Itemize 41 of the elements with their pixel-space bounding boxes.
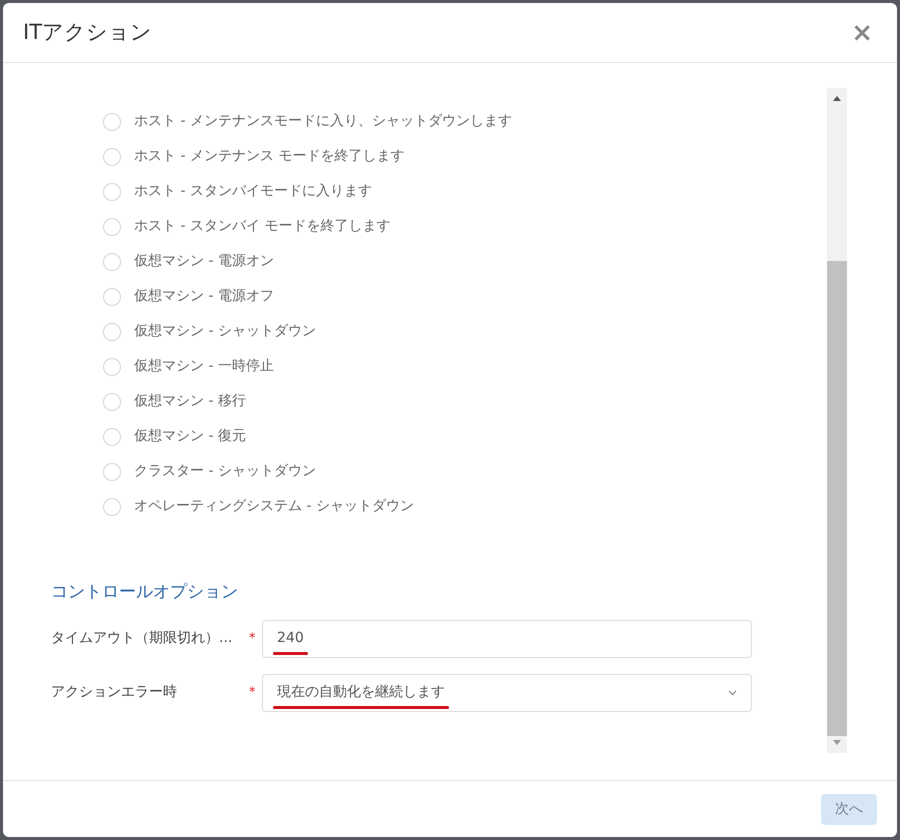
- radio-button[interactable]: [103, 288, 121, 306]
- radio-label[interactable]: 仮想マシン - 復元: [134, 426, 246, 447]
- required-mark: *: [249, 684, 256, 702]
- radio-button[interactable]: [103, 462, 121, 480]
- radio-label[interactable]: クラスター - シャットダウン: [134, 461, 316, 482]
- input-field[interactable]: 240: [262, 620, 752, 658]
- radio-label[interactable]: 仮想マシン - 電源オン: [134, 251, 274, 272]
- dropdown[interactable]: 現在の自動化を継続します: [262, 674, 752, 712]
- radio-button[interactable]: [103, 358, 121, 376]
- radio-button[interactable]: [103, 428, 121, 446]
- radio-button[interactable]: [103, 322, 121, 340]
- radio-label[interactable]: 仮想マシン - 移行: [134, 391, 246, 412]
- radio-label[interactable]: 仮想マシン - 電源オフ: [134, 286, 274, 307]
- radio-button[interactable]: [103, 148, 121, 166]
- radio-button[interactable]: [103, 252, 121, 270]
- next-button[interactable]: 次へ: [821, 794, 877, 824]
- radio-button[interactable]: [103, 218, 121, 236]
- close-button[interactable]: ×: [851, 20, 873, 46]
- radio-button[interactable]: [103, 182, 121, 200]
- section-heading: コントロールオプション: [51, 581, 239, 604]
- radio-button[interactable]: [103, 498, 121, 516]
- scroll-down-icon[interactable]: [833, 740, 841, 745]
- radio-label[interactable]: 仮想マシン - 一時停止: [134, 356, 274, 377]
- field-value: 240: [277, 628, 304, 649]
- required-mark: *: [249, 630, 256, 648]
- radio-button[interactable]: [103, 392, 121, 410]
- radio-label[interactable]: ホスト - メンテナンス モードを終了します: [134, 146, 404, 167]
- scrollbar[interactable]: [827, 88, 847, 753]
- field-label: アクションエラー時: [51, 683, 178, 702]
- radio-label[interactable]: 仮想マシン - シャットダウン: [134, 321, 316, 342]
- radio-label[interactable]: ホスト - メンテナンスモードに入り、シャットダウンします: [134, 111, 512, 132]
- radio-label[interactable]: オペレーティングシステム - シャットダウン: [134, 496, 414, 517]
- chevron-down-icon: [728, 690, 737, 696]
- selected-value: 現在の自動化を継続します: [277, 682, 445, 703]
- scrollbar-thumb[interactable]: [827, 261, 847, 736]
- radio-label[interactable]: ホスト - スタンバイモードに入ります: [134, 181, 372, 202]
- scroll-up-icon[interactable]: [833, 96, 841, 101]
- dialog-title: ITアクション: [23, 18, 152, 46]
- radio-button[interactable]: [103, 112, 121, 130]
- radio-label[interactable]: ホスト - スタンバイ モードを終了します: [134, 216, 390, 237]
- field-label: タイムアウト（期限切れ）...: [51, 629, 234, 648]
